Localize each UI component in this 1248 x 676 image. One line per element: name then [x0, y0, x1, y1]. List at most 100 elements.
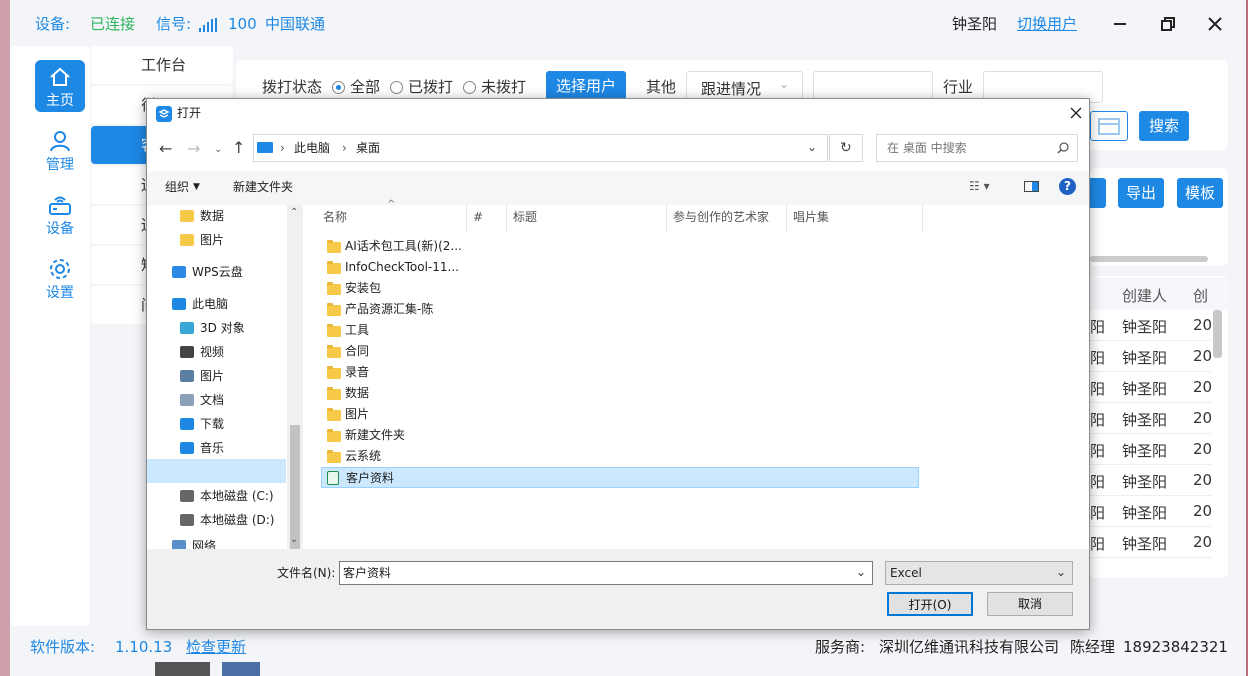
- tree-item[interactable]: 此电脑: [147, 293, 287, 315]
- table-row[interactable]: 阳钟圣阳 20: [1090, 341, 1212, 372]
- tree-item[interactable]: 本地磁盘 (C:): [147, 485, 287, 507]
- preview-pane-icon[interactable]: [1024, 181, 1039, 192]
- tree-item[interactable]: 网络: [147, 535, 287, 549]
- nav-item-label: 设置: [46, 285, 74, 301]
- new-folder-button[interactable]: 新建文件夹: [233, 179, 293, 195]
- chevron-down-icon[interactable]: ⌄: [856, 564, 866, 580]
- tree-scrollbar[interactable]: [287, 205, 303, 615]
- table-row[interactable]: 阳钟圣阳 20: [1090, 310, 1212, 341]
- file-row[interactable]: 产品资源汇集-陈: [321, 299, 919, 320]
- table-row[interactable]: 阳钟圣阳 20: [1090, 465, 1212, 496]
- table-row[interactable]: 阳钟圣阳 20: [1090, 434, 1212, 465]
- file-row[interactable]: 工具: [321, 320, 919, 341]
- calendar-icon[interactable]: [1090, 111, 1128, 141]
- vertical-scrollbar[interactable]: [1213, 310, 1222, 358]
- tree-item[interactable]: 音乐: [147, 437, 287, 459]
- nav-item-settings[interactable]: 设置: [35, 252, 85, 304]
- device-label: 设备:: [35, 15, 71, 33]
- breadcrumb-item[interactable]: 桌面: [356, 140, 380, 156]
- filename-input[interactable]: 客户资料 ⌄: [339, 561, 873, 585]
- breadcrumb-item[interactable]: 此电脑: [294, 140, 330, 156]
- table-cell: 钟圣阳: [1122, 349, 1168, 367]
- file-name: 新建文件夹: [345, 428, 406, 442]
- file-row[interactable]: 新建文件夹: [321, 425, 919, 446]
- cancel-button[interactable]: 取消: [987, 592, 1073, 616]
- view-options-icon[interactable]: ☷ ▾: [969, 178, 990, 194]
- tree-item[interactable]: 数据: [147, 205, 287, 227]
- scroll-up-icon[interactable]: ⌃: [290, 205, 298, 221]
- horizontal-scrollbar[interactable]: [1090, 256, 1208, 262]
- check-update-link[interactable]: 检查更新: [186, 637, 246, 657]
- radio-all[interactable]: [332, 81, 345, 94]
- folder-icon: [327, 429, 341, 442]
- column-header-number[interactable]: #: [473, 207, 483, 227]
- file-row[interactable]: 录音: [321, 362, 919, 383]
- nav-item-manage[interactable]: 管理: [35, 124, 85, 176]
- column-divider[interactable]: [666, 205, 667, 231]
- scroll-down-icon[interactable]: ⌄: [290, 532, 298, 548]
- file-row[interactable]: 安装包: [321, 278, 919, 299]
- select-user-button[interactable]: 选择用户: [546, 71, 626, 101]
- column-header-album[interactable]: 唱片集: [793, 207, 829, 227]
- column-header-artist[interactable]: 参与创作的艺术家: [673, 207, 769, 227]
- forward-arrow-icon[interactable]: →: [187, 141, 200, 157]
- manager-name: 陈经理: [1070, 638, 1116, 656]
- open-button[interactable]: 打开(O): [887, 592, 973, 616]
- search-input[interactable]: 在 桌面 中搜索: [876, 134, 1078, 162]
- organize-button[interactable]: 组织: [165, 179, 189, 195]
- tree-item[interactable]: 本地磁盘 (D:): [147, 509, 287, 531]
- table-row[interactable]: 阳钟圣阳 20: [1090, 496, 1212, 527]
- file-row[interactable]: AI话术包工具(新)(2...: [321, 236, 919, 257]
- file-row[interactable]: 图片: [321, 404, 919, 425]
- radio-not-called[interactable]: [463, 81, 476, 94]
- recent-chevron-icon[interactable]: ⌄: [214, 142, 222, 158]
- back-arrow-icon[interactable]: ←: [159, 141, 172, 157]
- tree-item[interactable]: WPS云盘: [147, 261, 287, 283]
- template-button[interactable]: 模板: [1177, 178, 1223, 208]
- subnav-item[interactable]: 工作台: [91, 46, 233, 84]
- up-arrow-icon[interactable]: ↑: [232, 140, 245, 156]
- minimize-icon[interactable]: [1108, 12, 1132, 36]
- table-row[interactable]: 阳钟圣阳 20: [1090, 403, 1212, 434]
- column-divider[interactable]: [506, 205, 507, 231]
- column-divider[interactable]: [786, 205, 787, 231]
- file-row[interactable]: InfoCheckTool-11...: [321, 257, 919, 278]
- nav-item-home[interactable]: 主页: [35, 60, 85, 112]
- tree-item[interactable]: 下载: [147, 413, 287, 435]
- help-icon[interactable]: ?: [1059, 178, 1076, 195]
- address-bar[interactable]: › 此电脑 › 桌面 ⌄: [253, 134, 828, 162]
- file-row[interactable]: 合同: [321, 341, 919, 362]
- chevron-down-icon[interactable]: ⌄: [807, 139, 817, 155]
- dial-status-label: 拨打状态: [262, 78, 323, 96]
- switch-user-link[interactable]: 切换用户: [1017, 14, 1077, 34]
- export-button[interactable]: 导出: [1118, 178, 1164, 208]
- file-row[interactable]: 数据: [321, 383, 919, 404]
- table-cell: 阳: [1090, 442, 1106, 460]
- refresh-icon[interactable]: ↻: [829, 134, 863, 162]
- close-icon[interactable]: [1203, 12, 1227, 36]
- tree-item[interactable]: 图片: [147, 365, 287, 387]
- radio-called[interactable]: [390, 81, 403, 94]
- column-header-name[interactable]: 名称: [323, 207, 347, 227]
- column-divider[interactable]: [466, 205, 467, 231]
- search-icon[interactable]: [1090, 178, 1106, 208]
- filetype-select[interactable]: Excel ⌄: [885, 561, 1073, 585]
- file-row[interactable]: 客户资料: [321, 467, 919, 488]
- file-row[interactable]: 云系统: [321, 446, 919, 467]
- tree-item[interactable]: 图片: [147, 229, 287, 251]
- column-header-title[interactable]: 标题: [513, 207, 537, 227]
- video-icon: [180, 346, 194, 358]
- table-row[interactable]: 阳钟圣阳 20: [1090, 372, 1212, 403]
- tree-item[interactable]: 文档: [147, 389, 287, 411]
- tree-item[interactable]: 3D 对象: [147, 317, 287, 339]
- search-button[interactable]: 搜索: [1139, 111, 1189, 141]
- tree-item[interactable]: 视频: [147, 341, 287, 363]
- nav-item-device[interactable]: 设备: [35, 188, 85, 240]
- breadcrumb-separator-icon: ›: [342, 141, 347, 155]
- document-icon: [180, 394, 194, 406]
- column-divider[interactable]: [922, 205, 923, 231]
- restore-icon[interactable]: [1156, 12, 1180, 36]
- dialog-close-icon[interactable]: [1065, 102, 1087, 124]
- table-row[interactable]: 阳钟圣阳 20: [1090, 527, 1212, 558]
- avatar: [222, 662, 260, 676]
